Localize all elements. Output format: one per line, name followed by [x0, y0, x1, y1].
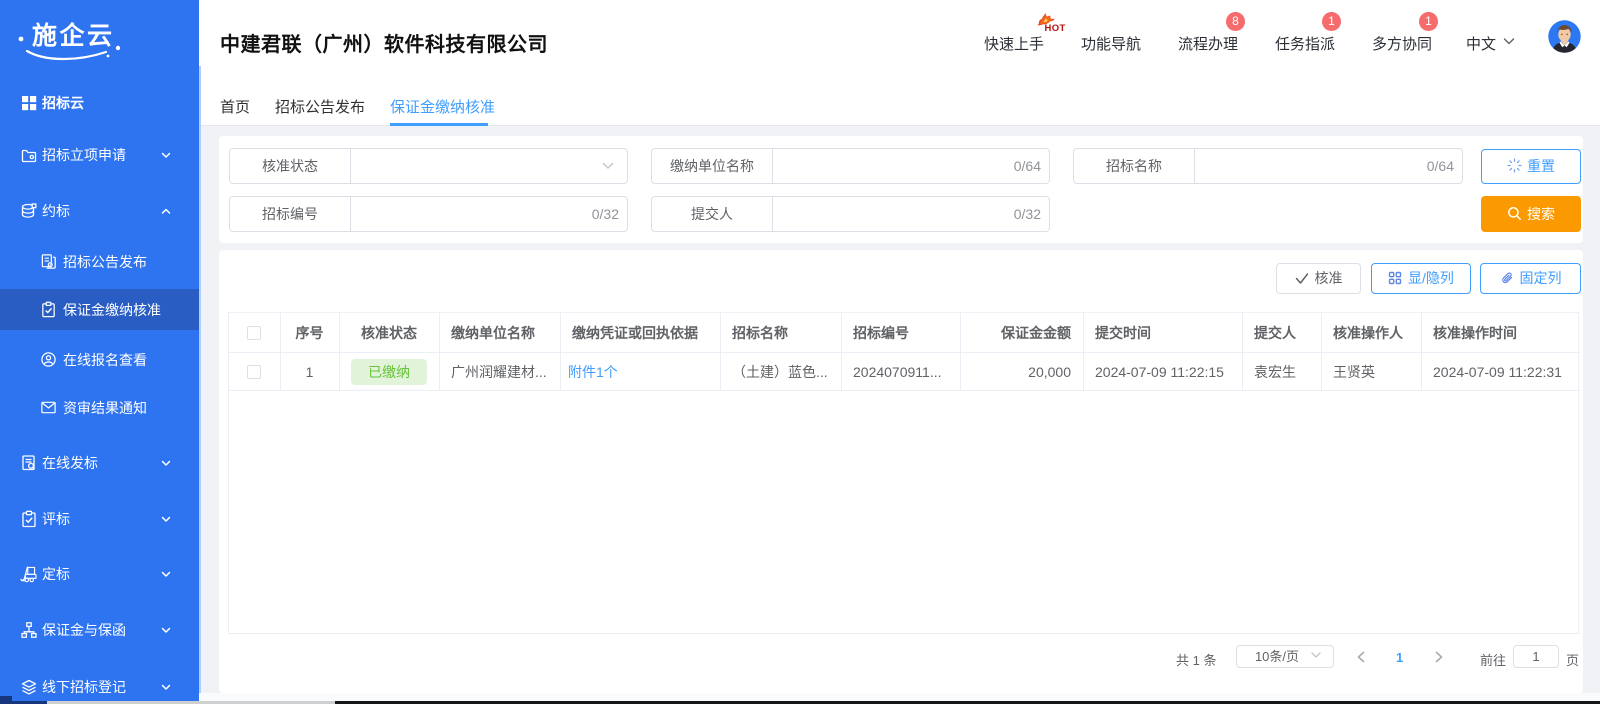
svg-text:HOT: HOT	[1045, 23, 1066, 32]
